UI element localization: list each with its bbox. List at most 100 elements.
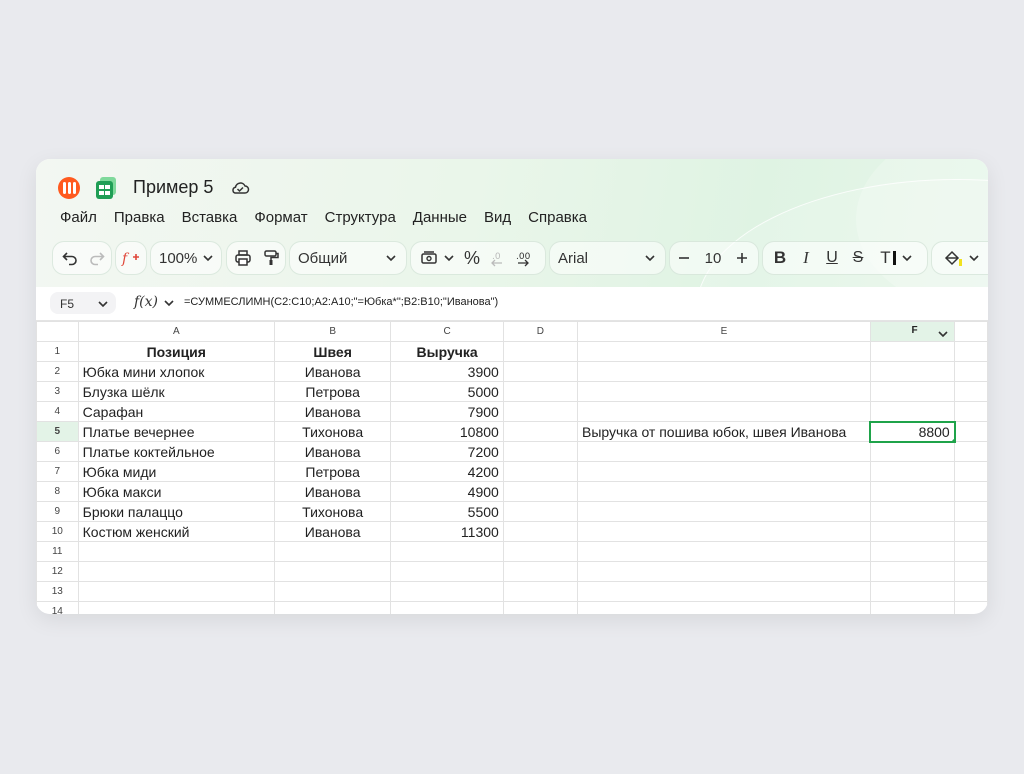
- cell[interactable]: [869, 581, 956, 602]
- text-color-button[interactable]: T: [871, 243, 921, 273]
- font-size-increase-button[interactable]: [728, 243, 756, 273]
- column-header[interactable]: [954, 321, 988, 342]
- cell[interactable]: [390, 601, 504, 614]
- cell[interactable]: [869, 521, 956, 542]
- menu-format[interactable]: Формат: [254, 209, 307, 231]
- cell[interactable]: [502, 561, 579, 582]
- function-icon[interactable]: f(x): [134, 294, 158, 310]
- column-header[interactable]: C: [390, 321, 504, 342]
- cell[interactable]: Юбка мини хлопок: [77, 361, 275, 382]
- row-header[interactable]: 12: [36, 561, 79, 582]
- cell[interactable]: Платье коктейльное: [77, 441, 275, 462]
- undo-button[interactable]: [56, 243, 84, 273]
- format-painter-button[interactable]: [257, 243, 285, 273]
- row-header[interactable]: 11: [36, 541, 79, 562]
- cell[interactable]: [390, 541, 504, 562]
- cell[interactable]: Иванова: [273, 441, 392, 462]
- percent-button[interactable]: %: [459, 243, 485, 273]
- cell[interactable]: [954, 561, 988, 582]
- column-header[interactable]: E: [577, 321, 871, 342]
- row-header[interactable]: 4: [36, 401, 79, 422]
- menu-edit[interactable]: Правка: [114, 209, 165, 231]
- document-title[interactable]: Пример 5: [133, 177, 213, 198]
- cell[interactable]: 4200: [390, 461, 504, 482]
- cell[interactable]: Швея: [273, 341, 392, 362]
- cell[interactable]: [954, 521, 988, 542]
- formula-input[interactable]: =СУММЕСЛИМН(C2:C10;A2:A10;"=Юбка*";B2:B1…: [184, 296, 498, 308]
- menu-file[interactable]: Файл: [60, 209, 97, 231]
- chevron-down-icon[interactable]: [164, 298, 174, 308]
- cell[interactable]: Костюм женский: [77, 521, 275, 542]
- number-format-select[interactable]: Общий: [290, 243, 404, 273]
- zoom-select[interactable]: 100%: [151, 243, 213, 273]
- cell[interactable]: [577, 501, 871, 522]
- cell[interactable]: Выручка: [390, 341, 504, 362]
- insert-function-button[interactable]: f: [116, 243, 146, 273]
- cell[interactable]: [869, 481, 956, 502]
- cloud-saved-icon[interactable]: [230, 178, 250, 198]
- cell[interactable]: [954, 501, 988, 522]
- cell[interactable]: [502, 601, 579, 614]
- column-header-selected[interactable]: F: [869, 321, 956, 342]
- cell[interactable]: 7200: [390, 441, 504, 462]
- increase-decimal-button[interactable]: .00: [511, 243, 537, 273]
- column-header[interactable]: A: [77, 321, 275, 342]
- cell[interactable]: Иванова: [273, 401, 392, 422]
- cell[interactable]: [954, 441, 988, 462]
- menu-data[interactable]: Данные: [413, 209, 467, 231]
- row-header[interactable]: 13: [36, 581, 79, 602]
- cell[interactable]: [502, 341, 579, 362]
- row-header[interactable]: 2: [36, 361, 79, 382]
- cell[interactable]: [273, 561, 392, 582]
- cell[interactable]: [954, 381, 988, 402]
- cell[interactable]: Иванова: [273, 521, 392, 542]
- cell[interactable]: [954, 341, 988, 362]
- cell[interactable]: [502, 501, 579, 522]
- cell[interactable]: [577, 521, 871, 542]
- cell[interactable]: [869, 361, 956, 382]
- cell[interactable]: [390, 581, 504, 602]
- font-size-value[interactable]: 10: [698, 243, 728, 273]
- cell[interactable]: [954, 421, 988, 442]
- cell[interactable]: 11300: [390, 521, 504, 542]
- cell[interactable]: [954, 401, 988, 422]
- select-all-corner[interactable]: [36, 321, 79, 342]
- row-header[interactable]: 9: [36, 501, 79, 522]
- cell[interactable]: [869, 381, 956, 402]
- cell-e5-label[interactable]: Выручка от пошива юбок, швея Иванова: [577, 421, 871, 442]
- print-button[interactable]: [229, 243, 257, 273]
- cell[interactable]: Платье вечернее: [77, 421, 275, 442]
- yandex-logo-icon[interactable]: [58, 177, 80, 199]
- menu-view[interactable]: Вид: [484, 209, 511, 231]
- currency-format-button[interactable]: [415, 243, 459, 273]
- chevron-down-icon[interactable]: [938, 329, 948, 339]
- decrease-decimal-button[interactable]: .0: [485, 243, 511, 273]
- row-header[interactable]: 14: [36, 601, 79, 614]
- name-box[interactable]: F5: [50, 292, 116, 314]
- cell[interactable]: 5500: [390, 501, 504, 522]
- cell[interactable]: Тихонова: [273, 501, 392, 522]
- cell[interactable]: Юбка миди: [77, 461, 275, 482]
- cell[interactable]: [390, 561, 504, 582]
- cell[interactable]: Юбка макси: [77, 481, 275, 502]
- cell[interactable]: [954, 481, 988, 502]
- cell[interactable]: Сарафан: [77, 401, 275, 422]
- cell[interactable]: Брюки палаццо: [77, 501, 275, 522]
- cell[interactable]: [954, 541, 988, 562]
- cell[interactable]: Тихонова: [273, 421, 392, 442]
- cell[interactable]: [577, 581, 871, 602]
- cell[interactable]: [869, 501, 956, 522]
- menu-structure[interactable]: Структура: [325, 209, 396, 231]
- cell[interactable]: [954, 601, 988, 614]
- cell[interactable]: [502, 441, 579, 462]
- cell[interactable]: [77, 561, 275, 582]
- cell[interactable]: 10800: [390, 421, 504, 442]
- cell[interactable]: 5000: [390, 381, 504, 402]
- cell[interactable]: [954, 361, 988, 382]
- menu-insert[interactable]: Вставка: [182, 209, 238, 231]
- cell[interactable]: [502, 541, 579, 562]
- font-family-select[interactable]: Arial: [550, 243, 663, 273]
- row-header[interactable]: 6: [36, 441, 79, 462]
- row-header[interactable]: 10: [36, 521, 79, 542]
- underline-button[interactable]: U: [819, 243, 845, 273]
